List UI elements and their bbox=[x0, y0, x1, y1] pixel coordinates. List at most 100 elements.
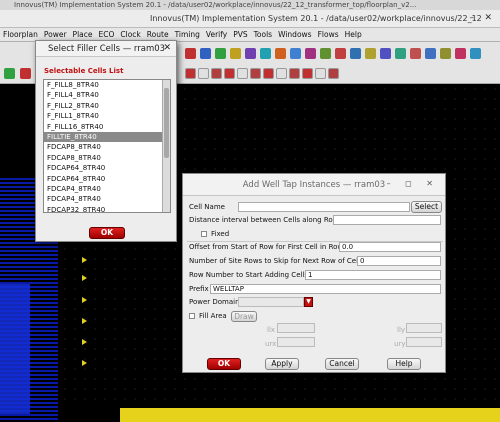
toolbar-icon[interactable] bbox=[185, 68, 196, 79]
toolbar-icon[interactable] bbox=[289, 68, 300, 79]
toolbar-icon[interactable] bbox=[200, 48, 211, 59]
fixed-checkbox[interactable] bbox=[201, 231, 207, 237]
pin-marker bbox=[82, 257, 87, 263]
urx-label: urx bbox=[265, 340, 277, 348]
toolbar-icon[interactable] bbox=[410, 48, 421, 59]
toolbar-icon[interactable] bbox=[455, 48, 466, 59]
urx-input[interactable] bbox=[277, 337, 315, 347]
ury-label: ury bbox=[394, 340, 406, 348]
menu-item-help[interactable]: Help bbox=[342, 28, 365, 42]
pin-marker bbox=[82, 318, 87, 324]
welltap-dialog-titlebar: Add Well Tap Instances — rram03 – ◻ ✕ bbox=[183, 174, 445, 196]
cell-list-item[interactable]: FILLTIE_8TR40 bbox=[44, 131, 170, 143]
minimize-icon[interactable]: – bbox=[470, 13, 475, 23]
main-titlebar: Innovus(TM) Implementation System 20.1 -… bbox=[0, 10, 500, 28]
toolbar-icon[interactable] bbox=[215, 48, 226, 59]
toolbar-icon[interactable] bbox=[320, 48, 331, 59]
filler-dialog-titlebar: Select Filler Cells — rram03 ✕ bbox=[36, 41, 176, 57]
cancel-button[interactable]: Cancel bbox=[325, 358, 359, 370]
toolbar-icon[interactable] bbox=[4, 68, 15, 79]
distance-input[interactable] bbox=[333, 215, 441, 225]
toolbar-icon[interactable] bbox=[198, 68, 209, 79]
toolbar-icon[interactable] bbox=[263, 68, 274, 79]
skip-rows-input[interactable]: 0 bbox=[357, 256, 441, 266]
toolbar-icon[interactable] bbox=[380, 48, 391, 59]
toolbar-icon[interactable] bbox=[440, 48, 451, 59]
menu-item-tools[interactable]: Tools bbox=[251, 28, 275, 42]
draw-button[interactable]: Draw bbox=[231, 311, 257, 322]
menu-item-windows[interactable]: Windows bbox=[275, 28, 314, 42]
menu-item-verify[interactable]: Verify bbox=[203, 28, 230, 42]
fill-area-checkbox[interactable] bbox=[189, 313, 195, 319]
cell-list-item[interactable]: F_FILL16_8TR40 bbox=[44, 122, 170, 132]
toolbar-icon[interactable] bbox=[245, 48, 256, 59]
pin-marker bbox=[82, 275, 87, 281]
toolbar-icon[interactable] bbox=[260, 48, 271, 59]
cell-list-item[interactable]: FDCAP8_8TR40 bbox=[44, 142, 170, 152]
power-domain-label: Power Domain: bbox=[189, 298, 242, 306]
cell-list-item[interactable]: FDCAP4_8TR40 bbox=[44, 194, 170, 204]
help-button[interactable]: Help bbox=[387, 358, 421, 370]
cell-name-label: Cell Name bbox=[189, 203, 225, 211]
toolbar-icon[interactable] bbox=[305, 48, 316, 59]
toolbar-icon[interactable] bbox=[250, 68, 261, 79]
toolbar-icon[interactable] bbox=[211, 68, 222, 79]
toolbar-icon[interactable] bbox=[275, 48, 286, 59]
os-window-title: Innovus(TM) Implementation System 20.1 -… bbox=[0, 0, 500, 10]
cell-list-item[interactable]: F_FILL4_8TR40 bbox=[44, 90, 170, 100]
close-icon[interactable]: ✕ bbox=[163, 43, 171, 53]
toolbar-icon[interactable] bbox=[302, 68, 313, 79]
toolbar-icon[interactable] bbox=[395, 48, 406, 59]
menu-item-pvs[interactable]: PVS bbox=[230, 28, 250, 42]
row-number-input[interactable]: 1 bbox=[305, 270, 441, 280]
window-controls[interactable]: – ◻ ✕ bbox=[387, 179, 439, 188]
offset-input[interactable]: 0.0 bbox=[339, 242, 441, 252]
listbox-scrollbar[interactable] bbox=[162, 80, 170, 212]
menu-item-flows[interactable]: Flows bbox=[315, 28, 342, 42]
toolbar-icon[interactable] bbox=[230, 48, 241, 59]
welltap-ok-button[interactable]: OK bbox=[207, 358, 241, 370]
cell-list-item[interactable]: FDCAP4_8TR40 bbox=[44, 184, 170, 194]
cell-list-item[interactable]: FDCAP64_8TR40 bbox=[44, 163, 170, 173]
ury-input[interactable] bbox=[406, 337, 442, 347]
toolbar-icon[interactable] bbox=[237, 68, 248, 79]
apply-button[interactable]: Apply bbox=[265, 358, 299, 370]
scrollbar-thumb[interactable] bbox=[164, 88, 169, 158]
cell-list-item[interactable]: F_FILL1_8TR40 bbox=[44, 111, 170, 121]
toolbar-icon[interactable] bbox=[335, 48, 346, 59]
fixed-label: Fixed bbox=[211, 230, 230, 238]
toolbar-icon[interactable] bbox=[276, 68, 287, 79]
close-icon[interactable]: ✕ bbox=[484, 13, 492, 23]
fill-area-label: Fill Area bbox=[199, 312, 227, 320]
lly-input[interactable] bbox=[406, 323, 442, 333]
toolbar-icon[interactable] bbox=[328, 68, 339, 79]
pin-marker bbox=[82, 360, 87, 366]
toolbar-icon[interactable] bbox=[470, 48, 481, 59]
prefix-input[interactable]: WELLTAP bbox=[210, 284, 441, 294]
toolbar-icon[interactable] bbox=[350, 48, 361, 59]
cells-listbox[interactable]: F_FILL8_8TR40 F_FILL4_8TR40 F_FILL2_8TR40 F… bbox=[43, 79, 171, 213]
chevron-down-icon[interactable]: ▼ bbox=[304, 297, 313, 307]
selectable-cells-label: Selectable Cells List bbox=[44, 67, 124, 75]
cell-list-item[interactable]: FDCAP8_8TR40 bbox=[44, 153, 170, 163]
toolbar-icon[interactable] bbox=[315, 68, 326, 79]
llx-label: llx bbox=[267, 326, 276, 334]
select-button[interactable]: Select bbox=[411, 201, 442, 213]
pin-marker bbox=[82, 297, 87, 303]
llx-input[interactable] bbox=[277, 323, 315, 333]
row-number-label: Row Number to Start Adding Cells bbox=[189, 271, 309, 279]
cell-list-item[interactable]: FDCAP32_8TR40 bbox=[44, 205, 170, 212]
filler-ok-button[interactable]: OK bbox=[89, 227, 125, 239]
toolbar-icon[interactable] bbox=[20, 68, 31, 79]
toolbar-icon[interactable] bbox=[425, 48, 436, 59]
cell-list-item[interactable]: F_FILL8_8TR40 bbox=[44, 80, 170, 90]
cell-name-input[interactable] bbox=[238, 202, 410, 212]
toolbar-icon[interactable] bbox=[290, 48, 301, 59]
toolbar-icon[interactable] bbox=[185, 48, 196, 59]
toolbar-icon[interactable] bbox=[365, 48, 376, 59]
cell-list-item[interactable]: FDCAP64_8TR40 bbox=[44, 174, 170, 184]
power-domain-select[interactable] bbox=[238, 297, 304, 307]
filler-dialog-title: Select Filler Cells — rram03 bbox=[48, 44, 166, 54]
toolbar-icon[interactable] bbox=[224, 68, 235, 79]
cell-list-item[interactable]: F_FILL2_8TR40 bbox=[44, 101, 170, 111]
